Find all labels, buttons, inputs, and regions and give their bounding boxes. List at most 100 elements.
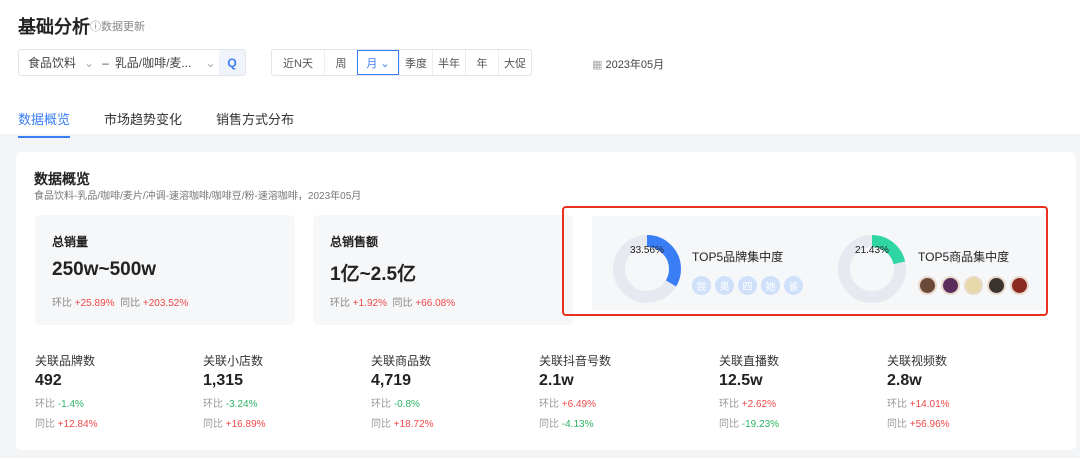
yoy-value: +56.96% — [909, 419, 950, 430]
product-image[interactable] — [1010, 276, 1029, 295]
page-title: 基础分析 — [18, 17, 90, 37]
stat-item: 关联小店数 1,315 环比 -3.24% 同比 +16.89% — [203, 352, 266, 430]
mom-label: 环比 — [203, 399, 223, 410]
metric-value: 250w~500w — [52, 259, 157, 280]
calendar-icon: ▦ — [592, 59, 606, 71]
yoy-label: 同比 — [35, 419, 55, 430]
total-sales-card: 总销量 250w~500w 环比 +25.89% 同比 +203.52% — [35, 215, 295, 325]
yoy-label: 同比 — [887, 419, 907, 430]
stat-label: 关联直播数 — [719, 354, 780, 368]
mom-value: +2.62% — [741, 399, 776, 410]
mom-label: 环比 — [35, 399, 55, 410]
period-quarter[interactable]: 季度 — [399, 50, 432, 75]
brand-percent: 33.56% — [630, 245, 664, 256]
section-title: 数据概览 — [34, 171, 90, 187]
overview-card: 数据概览 食品饮料-乳品/咖啡/麦片/冲调-速溶咖啡/咖啡豆/粉-速溶咖啡，20… — [16, 152, 1076, 450]
product-image[interactable] — [964, 276, 983, 295]
mom-label: 环比 — [52, 298, 72, 309]
product-concentration-label: TOP5商品集中度 — [918, 250, 1010, 264]
section-subtitle: 食品饮料-乳品/咖啡/麦片/冲调-速溶咖啡/咖啡豆/粉-速溶咖啡，2023年05… — [34, 191, 362, 202]
stat-item: 关联商品数 4,719 环比 -0.8% 同比 +18.72% — [371, 352, 434, 430]
stat-value: 1,315 — [203, 372, 244, 389]
brand-logo[interactable]: 尝 — [692, 276, 711, 295]
category2-select[interactable]: 乳品/咖啡/麦... — [115, 54, 192, 71]
product-percent: 21.43% — [855, 245, 889, 256]
yoy-value: +18.72% — [393, 419, 434, 430]
mom-value: -3.24% — [225, 399, 258, 410]
data-update-link[interactable]: ⓘ数据更新 — [90, 18, 145, 34]
chevron-down-icon: ⌄ — [84, 55, 95, 70]
stat-label: 关联视频数 — [887, 354, 948, 368]
mom-value: +1.92% — [352, 298, 387, 309]
mom-value: +6.49% — [561, 399, 596, 410]
yoy-label: 同比 — [120, 298, 141, 309]
stat-item: 关联抖音号数 2.1w 环比 +6.49% 同比 -4.13% — [539, 352, 611, 430]
yoy-label: 同比 — [719, 419, 739, 430]
mom-label: 环比 — [330, 298, 350, 309]
stat-value: 492 — [35, 372, 62, 389]
metric-label: 总销售额 — [330, 235, 379, 249]
metric-label: 总销量 — [52, 235, 89, 249]
brand-concentration-label: TOP5品牌集中度 — [692, 250, 784, 264]
total-amount-card: 总销售额 1亿~2.5亿 环比 +1.92% 同比 +66.08% — [313, 215, 573, 325]
date-picker[interactable]: ▦ 2023年05月 — [592, 56, 664, 72]
product-image[interactable] — [941, 276, 960, 295]
tab-overview[interactable]: 数据概览 — [18, 109, 71, 138]
brand-logo[interactable]: 奥 — [715, 276, 734, 295]
product-images — [918, 276, 1029, 295]
mom-label: 环比 — [719, 399, 739, 410]
yoy-value: +66.08% — [415, 298, 456, 309]
product-image[interactable] — [918, 276, 937, 295]
mom-label: 环比 — [371, 399, 391, 410]
stat-label: 关联小店数 — [203, 354, 264, 368]
tab-bar: 数据概览 市场趋势变化 销售方式分布 — [18, 109, 294, 138]
stat-value: 2.1w — [539, 372, 574, 389]
period-half-year[interactable]: 半年 — [432, 50, 465, 75]
stat-label: 关联品牌数 — [35, 354, 96, 368]
yoy-value: -4.13% — [561, 419, 594, 430]
brand-logo[interactable]: 雀 — [784, 276, 803, 295]
yoy-label: 同比 — [539, 419, 559, 430]
search-button[interactable]: Q — [219, 50, 245, 75]
mom-value: +25.89% — [74, 298, 115, 309]
brand-logo[interactable]: 她 — [761, 276, 780, 295]
yoy-value: +203.52% — [142, 298, 189, 309]
yoy-value: -19.23% — [741, 419, 780, 430]
yoy-value: +12.84% — [57, 419, 98, 430]
period-promo[interactable]: 大促 — [498, 50, 531, 75]
concentration-panel: 33.56% TOP5品牌集中度 尝 奥 四 她 雀 21.43% TOP5商品… — [592, 216, 1044, 310]
stat-value: 12.5w — [719, 372, 763, 389]
mom-value: -1.4% — [57, 399, 84, 410]
chevron-down-icon: ⌄ — [205, 55, 216, 70]
yoy-value: +16.89% — [225, 419, 266, 430]
mom-value: +14.01% — [909, 399, 950, 410]
category-selector[interactable]: 食品饮料 ⌄ – 乳品/咖啡/麦... ⌄ Q — [18, 49, 246, 76]
period-selector: 近N天 周 月 ⌄ 季度 半年 年 大促 — [271, 49, 532, 76]
stat-item: 关联品牌数 492 环比 -1.4% 同比 +12.84% — [35, 352, 98, 430]
period-month[interactable]: 月 ⌄ — [357, 50, 399, 75]
header-area: 基础分析 ⓘ数据更新 食品饮料 ⌄ – 乳品/咖啡/麦... ⌄ Q 近N天 周… — [0, 0, 1080, 138]
yoy-label: 同比 — [203, 419, 223, 430]
yoy-label: 同比 — [371, 419, 391, 430]
yoy-label: 同比 — [392, 298, 413, 309]
stat-value: 2.8w — [887, 372, 922, 389]
highlight-box: 33.56% TOP5品牌集中度 尝 奥 四 她 雀 21.43% TOP5商品… — [562, 206, 1048, 316]
period-year[interactable]: 年 — [465, 50, 498, 75]
mom-label: 环比 — [887, 399, 907, 410]
mom-value: -0.8% — [393, 399, 420, 410]
brand-logo[interactable]: 四 — [738, 276, 757, 295]
stat-item: 关联视频数 2.8w 环比 +14.01% 同比 +56.96% — [887, 352, 950, 430]
category1-select[interactable]: 食品饮料 — [28, 54, 76, 71]
product-image[interactable] — [987, 276, 1006, 295]
period-near-n-days[interactable]: 近N天 — [272, 50, 324, 75]
stat-label: 关联商品数 — [371, 354, 432, 368]
tab-market-trend[interactable]: 市场趋势变化 — [104, 109, 182, 138]
period-week[interactable]: 周 — [324, 50, 357, 75]
tab-sales-method[interactable]: 销售方式分布 — [216, 109, 294, 138]
metric-value: 1亿~2.5亿 — [330, 264, 417, 285]
stat-value: 4,719 — [371, 372, 412, 389]
stat-item: 关联直播数 12.5w 环比 +2.62% 同比 -19.23% — [719, 352, 779, 430]
brand-logos: 尝 奥 四 她 雀 — [692, 276, 803, 295]
stat-label: 关联抖音号数 — [539, 354, 612, 368]
mom-label: 环比 — [539, 399, 559, 410]
